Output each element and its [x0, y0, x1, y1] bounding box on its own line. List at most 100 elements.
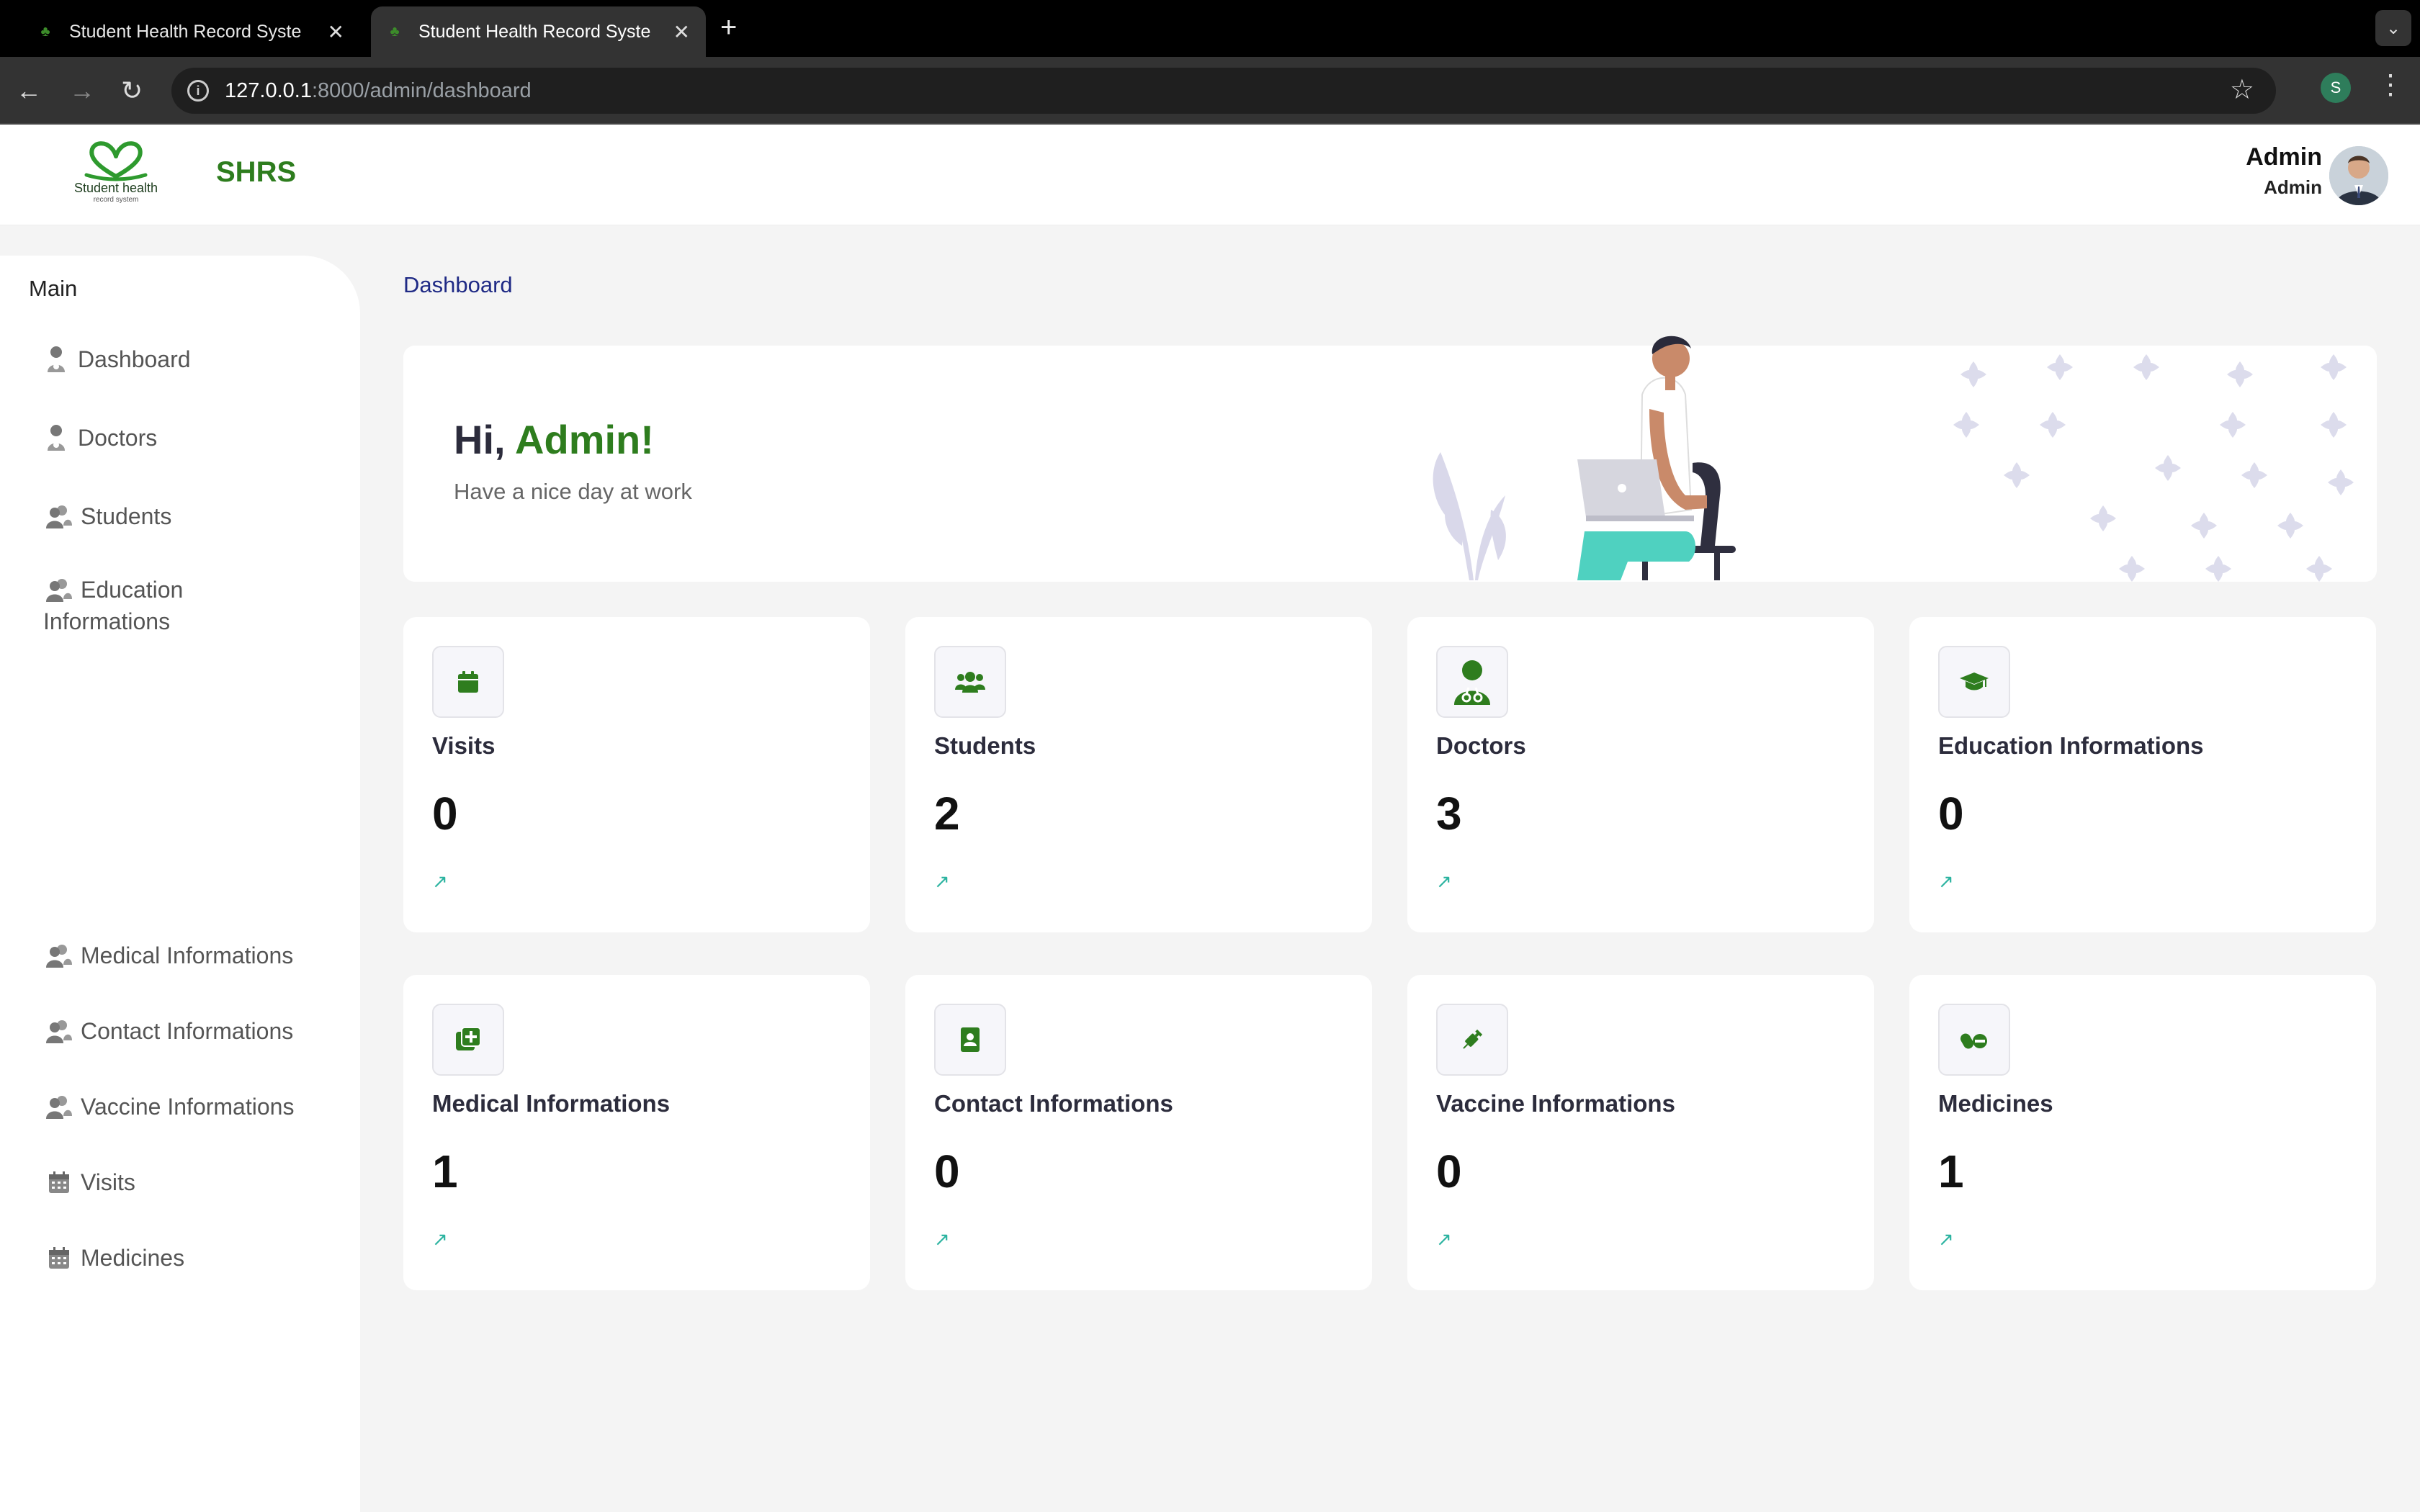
logo-text: Student health: [73, 181, 158, 195]
stat-card-students[interactable]: Students 2 ↗: [905, 617, 1372, 932]
sidebar-item-medical-informations[interactable]: Medical Informations: [43, 940, 346, 971]
reload-icon[interactable]: ↻: [121, 73, 143, 109]
arrow-up-right-icon[interactable]: ↗: [432, 870, 448, 893]
stat-card-education-informations[interactable]: Education Informations 0 ↗: [1909, 617, 2376, 932]
sidebar-item-medicines[interactable]: Medicines: [43, 1242, 346, 1274]
calendar-icon: [43, 1166, 75, 1198]
stat-card-doctors[interactable]: Doctors 3 ↗: [1407, 617, 1874, 932]
greeting-title: Hi, Admin!: [454, 416, 654, 463]
stat-card-contact-informations[interactable]: Contact Informations 0 ↗: [905, 975, 1372, 1290]
avatar[interactable]: [2329, 146, 2388, 205]
logo-subtext: record system: [93, 196, 139, 204]
profile-avatar[interactable]: S: [2321, 73, 2351, 103]
forward-arrow-icon[interactable]: →: [69, 73, 95, 109]
stat-value: 3: [1436, 788, 1462, 840]
greeting-subtitle: Have a nice day at work: [454, 479, 692, 504]
close-icon[interactable]: ✕: [328, 20, 344, 44]
doctor-icon: [1436, 646, 1508, 718]
sidebar-item-dashboard[interactable]: Dashboard: [40, 343, 343, 375]
contact-book-icon: [934, 1004, 1006, 1076]
graduation-cap-icon: [1938, 646, 2010, 718]
sidebar: Main Dashboard Doctors Students Educatio…: [0, 256, 360, 1512]
sidebar-item-visits[interactable]: Visits: [43, 1166, 346, 1198]
stat-label: Education Informations: [1938, 732, 2204, 759]
back-arrow-icon[interactable]: ←: [16, 73, 42, 109]
sidebar-item-label: Medical Informations: [81, 942, 294, 968]
sidebar-item-doctors[interactable]: Doctors: [40, 422, 343, 454]
tab-title: Student Health Record Syste: [418, 21, 651, 42]
users-icon: [43, 1015, 75, 1047]
new-tab-icon[interactable]: +: [720, 13, 737, 42]
stat-label: Medicines: [1938, 1090, 2053, 1117]
decorative-pattern: [1953, 354, 2354, 582]
person-with-laptop-illustration: [1433, 336, 1736, 580]
stat-card-visits[interactable]: Visits 0 ↗: [403, 617, 870, 932]
browser-toolbar: ← → ↻ i 127.0.0.1:8000/admin/dashboard ☆…: [0, 57, 2420, 125]
bookmark-star-icon[interactable]: ☆: [2230, 73, 2254, 106]
favicon-icon: ♣: [390, 23, 400, 40]
greeting-prefix: Hi,: [454, 417, 516, 462]
sidebar-item-label: Students: [81, 503, 172, 529]
arrow-up-right-icon[interactable]: ↗: [1938, 870, 1954, 893]
user-name[interactable]: Admin: [2246, 143, 2322, 171]
stat-card-medicines[interactable]: Medicines 1 ↗: [1909, 975, 2376, 1290]
arrow-up-right-icon[interactable]: ↗: [432, 1228, 448, 1251]
sidebar-item-label: Visits: [81, 1169, 135, 1195]
sidebar-item-label: Medicines: [81, 1245, 185, 1271]
sidebar-item-students[interactable]: Students: [43, 500, 346, 532]
arrow-up-right-icon[interactable]: ↗: [1436, 870, 1452, 893]
users-icon: [934, 646, 1006, 718]
pills-icon: [1938, 1004, 2010, 1076]
arrow-up-right-icon[interactable]: ↗: [1436, 1228, 1452, 1251]
welcome-banner: Hi, Admin! Have a nice day at work: [403, 336, 2377, 582]
stat-value: 0: [1938, 788, 1964, 840]
tab-title: Student Health Record Syste: [69, 21, 302, 42]
browser-tab[interactable]: ♣ Student Health Record Syste ✕: [22, 6, 360, 57]
medical-plus-icon: [432, 1004, 504, 1076]
user-icon: [40, 343, 72, 375]
stat-label: Students: [934, 732, 1036, 759]
app-header: Student health record system SHRS Admin …: [0, 125, 2420, 225]
stat-label: Medical Informations: [432, 1090, 671, 1117]
stat-label: Doctors: [1436, 732, 1526, 759]
arrow-up-right-icon[interactable]: ↗: [934, 870, 950, 893]
more-menu-icon[interactable]: ⋮: [2377, 68, 2404, 101]
logo[interactable]: Student health record system: [62, 139, 170, 211]
users-icon: [43, 1091, 75, 1122]
stat-value: 0: [934, 1146, 960, 1197]
users-icon: [43, 940, 75, 971]
stat-card-medical-informations[interactable]: Medical Informations 1 ↗: [403, 975, 870, 1290]
user-icon: [40, 422, 72, 454]
stat-value: 2: [934, 788, 960, 840]
stat-label: Vaccine Informations: [1436, 1090, 1675, 1117]
chevron-down-icon[interactable]: ⌄: [2375, 10, 2411, 46]
stat-value: 0: [1436, 1146, 1462, 1197]
breadcrumb[interactable]: Dashboard: [403, 272, 513, 298]
arrow-up-right-icon[interactable]: ↗: [934, 1228, 950, 1251]
brand-name[interactable]: SHRS: [216, 156, 296, 189]
info-icon[interactable]: i: [187, 80, 209, 102]
arrow-up-right-icon[interactable]: ↗: [1938, 1228, 1954, 1251]
close-icon[interactable]: ✕: [673, 20, 690, 44]
sidebar-item-vaccine-informations[interactable]: Vaccine Informations: [43, 1091, 346, 1122]
users-icon: [43, 500, 75, 532]
sidebar-section-title: Main: [29, 276, 78, 301]
calendar-icon: [43, 1242, 75, 1274]
favicon-icon: ♣: [40, 23, 50, 40]
sidebar-item-label: Contact Informations: [81, 1018, 294, 1044]
stat-value: 1: [432, 1146, 458, 1197]
sidebar-item-label: Vaccine Informations: [81, 1094, 295, 1120]
sidebar-item-label: Dashboard: [78, 346, 191, 372]
sidebar-item-label: Doctors: [78, 425, 158, 451]
sidebar-item-education-informations[interactable]: Education Informations: [43, 574, 346, 637]
sidebar-item-contact-informations[interactable]: Contact Informations: [43, 1015, 346, 1047]
syringe-icon: [1436, 1004, 1508, 1076]
stat-card-vaccine-informations[interactable]: Vaccine Informations 0 ↗: [1407, 975, 1874, 1290]
stat-label: Visits: [432, 732, 496, 759]
browser-tab-active[interactable]: ♣ Student Health Record Syste ✕: [371, 6, 706, 57]
browser-tab-bar: ♣ Student Health Record Syste ✕ ♣ Studen…: [0, 0, 2420, 57]
url-host: 127.0.0.1: [225, 78, 312, 102]
stat-value: 1: [1938, 1146, 1964, 1197]
greeting-name: Admin!: [515, 417, 654, 462]
address-bar[interactable]: i 127.0.0.1:8000/admin/dashboard ☆: [171, 68, 2276, 114]
